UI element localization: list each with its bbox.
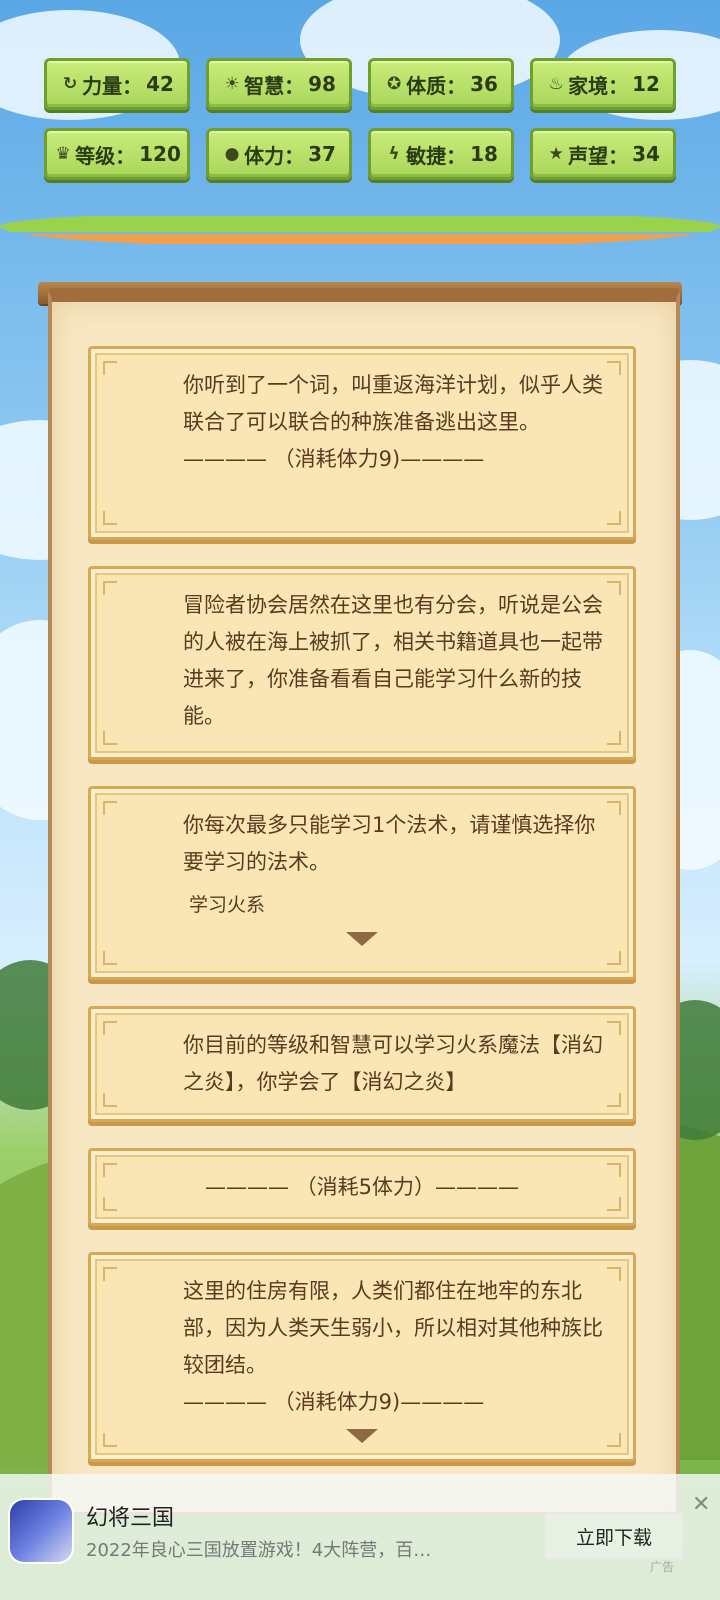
stat-label: 力量： bbox=[82, 73, 143, 98]
stat-reputation: ★ 声望： 34 bbox=[530, 128, 676, 180]
stat-value: 37 bbox=[308, 142, 336, 166]
stat-value: 42 bbox=[146, 72, 174, 96]
stats-row-2: ♛ 等级： 120 ● 体力： 37 ϟ 敏捷： 18 ★ 声望： 34 bbox=[44, 128, 676, 180]
stat-label: 体质： bbox=[406, 73, 467, 98]
stat-agility: ϟ 敏捷： 18 bbox=[368, 128, 514, 180]
strength-icon: ↻ bbox=[62, 74, 78, 94]
stat-label: 体力： bbox=[244, 143, 305, 168]
lightning-icon: ϟ bbox=[388, 144, 400, 164]
stats-panel: ↻ 力量： 42 ☀ 智慧： 98 ✪ 体质： 36 ♨ 家境： 12 ♛ 等级… bbox=[44, 58, 676, 198]
choice-fire-magic[interactable]: 学习火系 bbox=[183, 887, 609, 924]
event-card: 冒险者协会居然在这里也有分会，听说是公会的人被在海上被抓了，相关书籍道具也一起带… bbox=[88, 566, 636, 760]
event-card-divider: ———— （消耗5体力）———— bbox=[88, 1148, 636, 1226]
grass-ribbon-divider bbox=[0, 212, 720, 248]
stat-label: 等级： bbox=[75, 143, 136, 168]
ad-label: 广告 bbox=[650, 1560, 675, 1574]
close-icon[interactable]: ✕ bbox=[692, 1492, 710, 1517]
stat-family: ♨ 家境： 12 bbox=[530, 58, 676, 110]
stat-wisdom: ☀ 智慧： 98 bbox=[206, 58, 352, 110]
family-icon: ♨ bbox=[548, 74, 564, 94]
wisdom-icon: ☀ bbox=[224, 74, 240, 94]
stat-value: 36 bbox=[470, 72, 498, 96]
stat-value: 18 bbox=[470, 142, 498, 166]
stat-value: 120 bbox=[139, 142, 181, 166]
event-card-choice[interactable]: 你每次最多只能学习1个法术，请谨慎选择你要学习的法术。 学习火系 bbox=[88, 786, 636, 980]
event-text: 冒险者协会居然在这里也有分会，听说是公会的人被在海上被抓了，相关书籍道具也一起带… bbox=[183, 593, 603, 728]
stat-value: 34 bbox=[632, 142, 660, 166]
event-card: 你目前的等级和智慧可以学习火系魔法【消幻之炎】，你学会了【消幻之炎】 bbox=[88, 1006, 636, 1122]
stamina-cost-divider: ———— （消耗体力9)———— bbox=[183, 1390, 485, 1414]
heart-icon: ● bbox=[224, 144, 240, 164]
event-text: 这里的住房有限，人类们都住在地牢的东北部，因为人类天生弱小，所以相对其他种族比较… bbox=[183, 1279, 603, 1377]
stat-stamina: ● 体力： 37 bbox=[206, 128, 352, 180]
event-text: 你目前的等级和智慧可以学习火系魔法【消幻之炎】，你学会了【消幻之炎】 bbox=[183, 1033, 603, 1094]
stat-value: 98 bbox=[308, 72, 336, 96]
crown-icon: ♛ bbox=[55, 144, 71, 164]
event-text: 你每次最多只能学习1个法术，请谨慎选择你要学习的法术。 bbox=[183, 813, 596, 874]
ad-banner[interactable]: 幻将三国 2022年良心三国放置游戏！4大阵营，百… 立即下载 ✕ 广告 bbox=[0, 1474, 720, 1600]
expand-arrow-icon[interactable] bbox=[346, 932, 378, 946]
event-card: 你听到了一个词，叫重返海洋计划，似乎人类联合了可以联合的种族准备逃出这里。 ——… bbox=[88, 346, 636, 540]
stat-level: ♛ 等级： 120 bbox=[44, 128, 190, 180]
event-card[interactable]: 这里的住房有限，人类们都住在地牢的东北部，因为人类天生弱小，所以相对其他种族比较… bbox=[88, 1252, 636, 1462]
expand-arrow-icon[interactable] bbox=[346, 1429, 378, 1443]
stat-strength: ↻ 力量： 42 bbox=[44, 58, 190, 110]
stats-row-1: ↻ 力量： 42 ☀ 智慧： 98 ✪ 体质： 36 ♨ 家境： 12 bbox=[44, 58, 676, 110]
star-icon: ★ bbox=[548, 144, 564, 164]
stat-constitution: ✪ 体质： 36 bbox=[368, 58, 514, 110]
download-button[interactable]: 立即下载 bbox=[544, 1512, 684, 1560]
stat-label: 家境： bbox=[568, 73, 629, 98]
stat-label: 敏捷： bbox=[406, 143, 467, 168]
ad-title[interactable]: 幻将三国 bbox=[86, 1500, 174, 1532]
stat-value: 12 bbox=[632, 72, 660, 96]
ad-description[interactable]: 2022年良心三国放置游戏！4大阵营，百… bbox=[86, 1536, 536, 1562]
ad-app-avatar[interactable] bbox=[10, 1500, 72, 1562]
event-text: 你听到了一个词，叫重返海洋计划，似乎人类联合了可以联合的种族准备逃出这里。 bbox=[183, 373, 603, 434]
stamina-cost-divider: ———— （消耗5体力）———— bbox=[204, 1175, 520, 1199]
stat-label: 智慧： bbox=[244, 73, 305, 98]
stat-label: 声望： bbox=[568, 143, 629, 168]
constitution-icon: ✪ bbox=[386, 74, 402, 94]
stamina-cost-divider: ———— （消耗体力9)———— bbox=[183, 447, 485, 471]
